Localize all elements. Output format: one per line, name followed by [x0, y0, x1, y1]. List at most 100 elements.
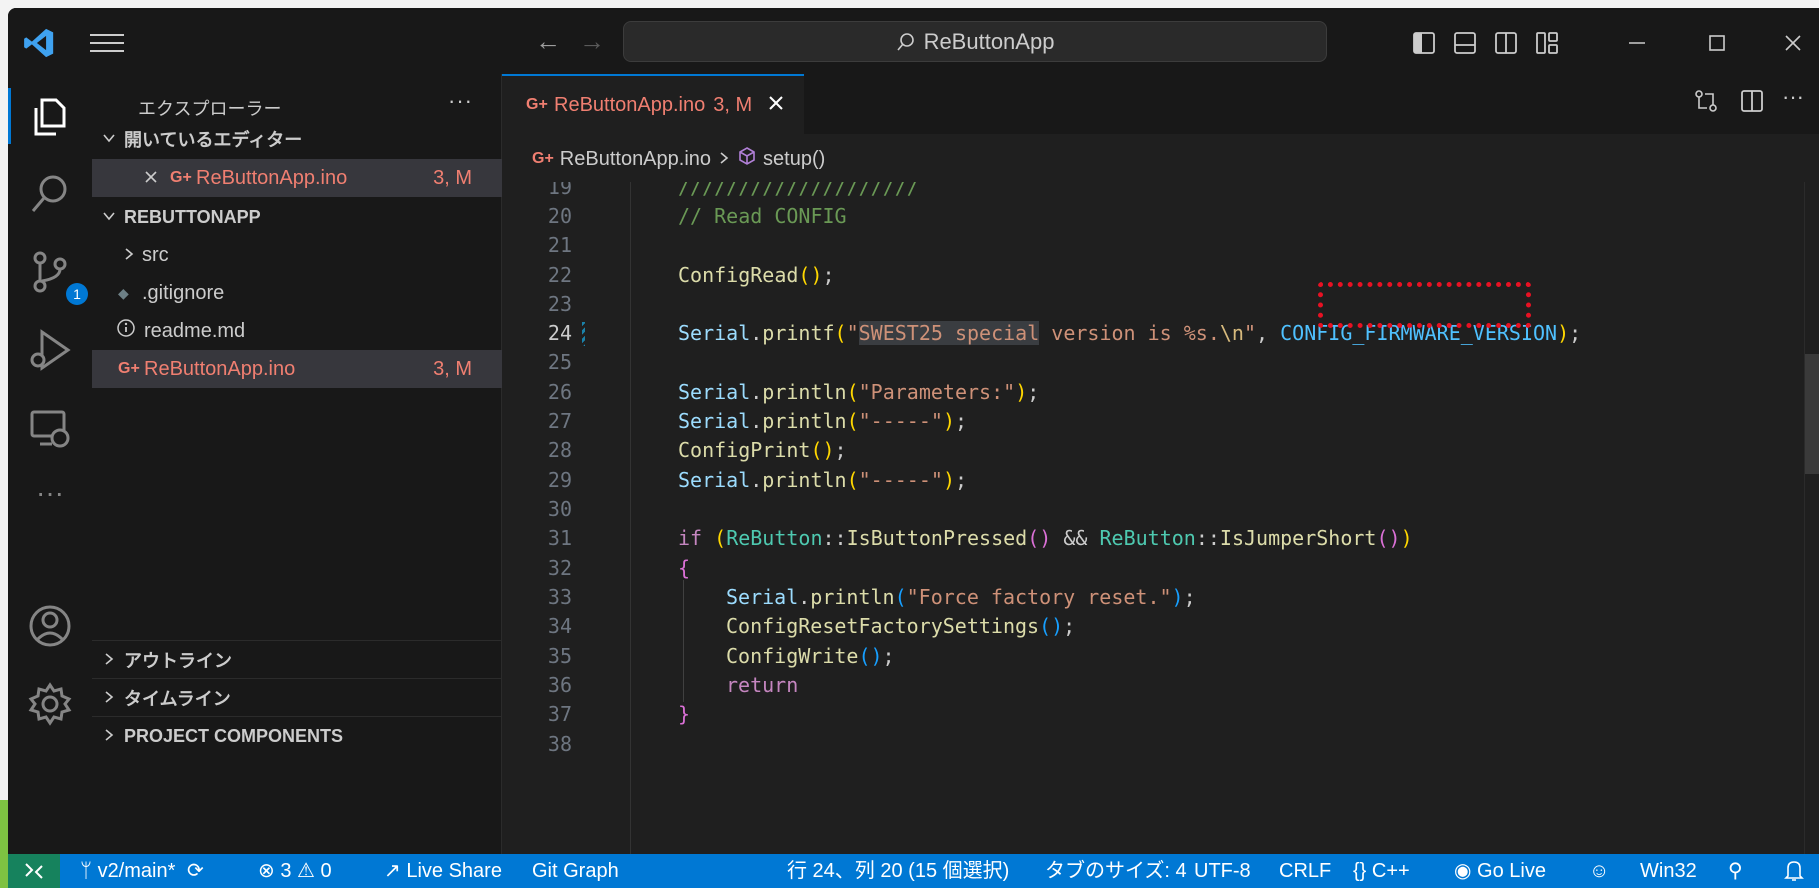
explorer-more-icon[interactable]: ···	[448, 88, 473, 114]
notifications-bell-icon[interactable]	[1784, 854, 1804, 888]
file-tree-item-gitignore[interactable]: ◆ .gitignore	[92, 274, 502, 312]
encoding[interactable]: UTF-8	[1194, 854, 1251, 888]
problems-status[interactable]: ⊗ 3 ⚠ 0	[258, 854, 332, 888]
accounts-icon[interactable]	[28, 604, 72, 648]
explorer-icon[interactable]	[8, 88, 72, 144]
cursor-position[interactable]: 行 24、列 20 (15 個選択)	[787, 854, 1009, 888]
project-components-label: PROJECT COMPONENTS	[124, 725, 344, 746]
search-text: ReButtonApp	[923, 28, 1055, 54]
more-icon[interactable]: ···	[28, 478, 72, 522]
maximize-icon[interactable]	[1705, 31, 1729, 55]
open-editor-item[interactable]: G+ ReButtonApp.ino 3, M	[92, 159, 502, 197]
explorer-sidebar: エクスプローラー ··· 開いているエディター G+ ReButtonApp.i…	[92, 74, 502, 854]
code-line: 28 ConfigPrint();	[502, 433, 1819, 467]
command-center-search[interactable]: ReButtonApp	[623, 21, 1327, 62]
tab-filename: ReButtonApp.ino	[554, 93, 706, 116]
desktop-edge	[0, 800, 8, 888]
tab-rebuttonapp-ino[interactable]: G+ ReButtonApp.ino 3, M	[502, 74, 804, 134]
branch-status[interactable]: ᛘ v2/main* ⟳	[80, 854, 204, 888]
toggle-panel-icon[interactable]	[1453, 31, 1477, 55]
chevron-right-icon	[102, 688, 124, 709]
breadcrumb-symbol[interactable]: setup()	[763, 148, 825, 171]
code-editor[interactable]: 19 //////////////////// 20 // Read CONFI…	[502, 182, 1819, 854]
open-editor-decoration: 3, M	[433, 166, 472, 189]
customize-layout-icon[interactable]	[1535, 31, 1559, 55]
manage-gear-icon[interactable]	[28, 682, 72, 726]
hamburger-menu-icon[interactable]	[90, 34, 124, 54]
go-live-label: Go Live	[1477, 860, 1546, 882]
code-line: 34 ConfigResetFactorySettings();	[502, 609, 1819, 643]
accounts-status-icon[interactable]: ⚲	[1728, 854, 1743, 888]
run-debug-icon[interactable]	[28, 328, 72, 372]
back-arrow-icon[interactable]: ←	[535, 28, 561, 54]
tab-bar: G+ ReButtonApp.ino 3, M ···	[502, 74, 1819, 134]
highlight-annotation-box	[1318, 282, 1531, 328]
open-editors-section[interactable]: 開いているエディター	[92, 120, 502, 158]
minimize-icon[interactable]	[1625, 31, 1649, 55]
tab-close-icon[interactable]	[768, 94, 784, 117]
remote-indicator[interactable]	[8, 854, 60, 888]
breadcrumb-file[interactable]: ReButtonApp.ino	[560, 148, 711, 171]
copilot-icon[interactable]: ☺	[1589, 854, 1609, 888]
arduino-file-icon: G+	[118, 360, 140, 377]
vertical-scrollbar[interactable]	[1804, 182, 1819, 854]
braces-icon: {}	[1353, 860, 1367, 882]
branch-name: v2/main*	[97, 860, 176, 882]
open-editor-filename: ReButtonApp.ino	[196, 166, 348, 189]
project-components-section[interactable]: PROJECT COMPONENTS	[92, 716, 502, 755]
error-icon: ⊗	[258, 860, 275, 882]
arduino-file-icon: G+	[532, 150, 554, 167]
sync-icon: ⟳	[186, 860, 204, 882]
file-tree-label: readme.md	[144, 319, 246, 342]
live-share-button[interactable]: ↗ Live Share	[384, 854, 502, 888]
open-changes-icon[interactable]	[1693, 88, 1719, 114]
remote-explorer-icon[interactable]	[28, 406, 72, 450]
code-text: ConfigResetFactorySettings();	[726, 614, 1076, 638]
project-section[interactable]: REBUTTONAPP	[92, 198, 502, 236]
status-bar: ᛘ v2/main* ⟳ ⊗ 3 ⚠ 0 ↗ Live Share Git Gr…	[8, 854, 1819, 888]
error-count: 3	[280, 860, 292, 882]
close-icon[interactable]	[1781, 31, 1805, 55]
warning-icon: ⚠	[297, 860, 315, 882]
source-control-badge: 1	[66, 283, 88, 305]
code-text: }	[678, 702, 691, 726]
line-ending[interactable]: CRLF	[1279, 854, 1331, 888]
platform[interactable]: Win32	[1640, 854, 1697, 888]
editor-area: G+ ReButtonApp.ino 3, M ··· G+ ReButtonA…	[502, 74, 1819, 854]
branch-icon: ᛘ	[80, 860, 92, 882]
git-modified-gutter	[582, 322, 585, 346]
toggle-primary-sidebar-icon[interactable]	[1412, 31, 1436, 55]
breadcrumb: G+ ReButtonApp.ino setup()	[532, 146, 825, 172]
live-share-label: Live Share	[406, 860, 502, 882]
tab-size[interactable]: タブのサイズ: 4	[1045, 854, 1187, 888]
line-number: 34	[547, 614, 572, 638]
outline-section[interactable]: アウトライン	[92, 640, 502, 679]
warning-count: 0	[320, 860, 332, 882]
close-editor-icon[interactable]	[144, 167, 170, 190]
code-line: 38	[502, 727, 1819, 761]
explorer-title: エクスプローラー	[138, 99, 282, 119]
timeline-label: タイムライン	[124, 689, 231, 709]
search-icon[interactable]	[28, 172, 72, 216]
arduino-file-icon: G+	[526, 96, 548, 113]
git-graph-button[interactable]: Git Graph	[532, 854, 619, 888]
go-live-button[interactable]: ◉ Go Live	[1454, 854, 1546, 888]
live-share-icon: ↗	[384, 860, 401, 882]
file-decoration: 3, M	[433, 357, 472, 380]
scrollbar-thumb[interactable]	[1805, 354, 1819, 474]
source-control-icon[interactable]: 1	[28, 250, 88, 305]
code-line: 37 }	[502, 697, 1819, 731]
forward-arrow-icon[interactable]: →	[579, 28, 605, 54]
code-text: if (ReButton::IsButtonPressed() && ReBut…	[678, 526, 1413, 550]
broadcast-icon: ◉	[1454, 860, 1472, 882]
file-tree-item-readme[interactable]: readme.md	[92, 312, 502, 350]
split-editor-icon[interactable]	[1739, 88, 1765, 114]
file-tree-item-rebuttonapp-ino[interactable]: G+ ReButtonApp.ino 3, M	[92, 350, 502, 388]
timeline-section[interactable]: タイムライン	[92, 678, 502, 717]
file-tree-item-src[interactable]: src	[92, 236, 502, 274]
language-mode[interactable]: {} C++	[1353, 854, 1410, 888]
toggle-secondary-sidebar-icon[interactable]	[1494, 31, 1518, 55]
editor-more-actions-icon[interactable]: ···	[1782, 84, 1804, 110]
arduino-file-icon: G+	[170, 169, 192, 186]
chevron-down-icon	[102, 207, 124, 228]
